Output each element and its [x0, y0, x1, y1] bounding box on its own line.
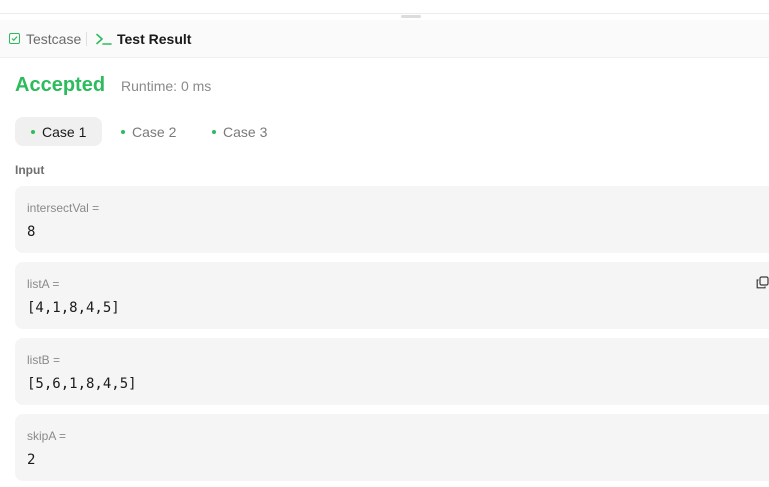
- case-tab-label: Case 3: [223, 123, 268, 140]
- input-section-label: Input: [15, 163, 45, 177]
- input-param-card: skipA = 2: [15, 414, 769, 481]
- result-status-row: Accepted Runtime: 0 ms: [15, 74, 211, 97]
- input-param-card: intersectVal = 8: [15, 186, 769, 253]
- case-tab-3[interactable]: Case 3: [212, 117, 267, 146]
- param-name: skipA =: [27, 429, 67, 443]
- resize-handle[interactable]: [401, 15, 421, 18]
- input-param-card: listA = [4,1,8,4,5]: [15, 262, 769, 329]
- tab-test-result[interactable]: Test Result: [96, 20, 191, 57]
- case-status-dot: [31, 129, 35, 134]
- case-tab-label: Case 1: [42, 123, 87, 140]
- case-tab-2[interactable]: Case 2: [121, 117, 176, 146]
- tab-testcase[interactable]: Testcase: [9, 20, 81, 57]
- input-param-card: listB = [5,6,1,8,4,5]: [15, 338, 769, 405]
- param-name: listB =: [27, 353, 61, 367]
- param-name: listA =: [27, 277, 60, 291]
- case-status-dot: [121, 129, 125, 134]
- case-tab-1[interactable]: Case 1: [15, 117, 103, 146]
- tab-test-result-label: Test Result: [117, 30, 192, 47]
- test-result-panel: Testcase Test Result Accepted Runtime: 0…: [0, 0, 769, 487]
- check-square-icon: [9, 33, 20, 44]
- case-status-dot: [212, 129, 216, 134]
- tab-divider: [86, 32, 87, 46]
- tab-testcase-label: Testcase: [26, 30, 82, 47]
- param-value[interactable]: 8: [27, 224, 35, 240]
- param-value[interactable]: [5,6,1,8,4,5]: [27, 376, 137, 392]
- copy-icon[interactable]: [756, 276, 769, 289]
- status-accepted: Accepted: [15, 74, 106, 96]
- panel-tabbar: Testcase Test Result: [0, 20, 769, 58]
- terminal-icon: [96, 32, 112, 46]
- param-name: intersectVal =: [27, 201, 100, 215]
- runtime-text: Runtime: 0 ms: [121, 78, 212, 94]
- param-value[interactable]: [4,1,8,4,5]: [27, 300, 120, 316]
- case-tab-label: Case 2: [132, 123, 177, 140]
- top-strip: [0, 0, 769, 14]
- param-value[interactable]: 2: [27, 452, 35, 468]
